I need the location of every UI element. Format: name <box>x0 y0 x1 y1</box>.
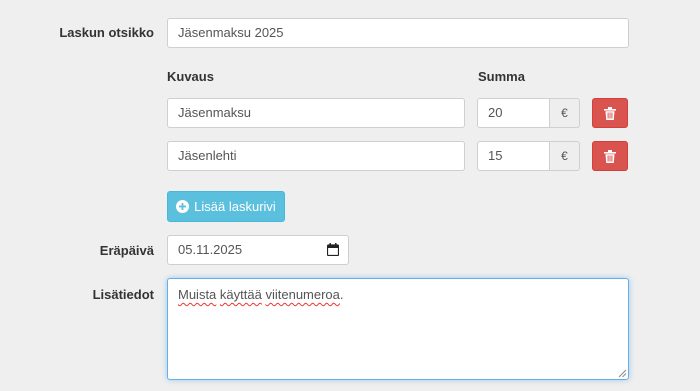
title-input[interactable]: Jäsenmaksu 2025 <box>167 18 629 48</box>
notes-word: viitenumeroa <box>265 287 340 302</box>
delete-row-button[interactable] <box>592 98 628 128</box>
notes-label: Lisätiedot <box>92 287 154 302</box>
notes-word: käyttää <box>219 287 262 302</box>
calendar-icon[interactable] <box>327 243 339 256</box>
due-date-input[interactable]: 05.11.2025 <box>167 235 349 265</box>
row-amount-input[interactable]: 15 <box>477 141 550 171</box>
title-label: Laskun otsikko <box>59 25 154 40</box>
due-date-value: 05.11.2025 <box>178 242 243 257</box>
trash-icon <box>604 106 616 120</box>
row-description-input[interactable]: Jäsenlehti <box>167 141 465 171</box>
resize-handle-icon[interactable] <box>618 369 626 377</box>
notes-textarea[interactable]: Muista käyttää viitenumeroa. <box>167 278 629 380</box>
row-amount-input[interactable]: 20 <box>477 98 550 128</box>
add-row-button[interactable]: Lisää laskurivi <box>167 191 285 222</box>
currency-addon: € <box>550 141 580 171</box>
due-date-label: Eräpäivä <box>99 243 154 258</box>
delete-row-button[interactable] <box>592 141 628 171</box>
currency-addon: € <box>550 98 580 128</box>
plus-circle-icon <box>176 200 190 213</box>
notes-word: Muista <box>178 287 217 302</box>
trash-icon <box>604 149 616 163</box>
amount-column-header: Summa <box>478 69 525 84</box>
description-column-header: Kuvaus <box>167 69 214 84</box>
add-row-label: Lisää laskurivi <box>194 199 276 214</box>
row-description-input[interactable]: Jäsenmaksu <box>167 98 465 128</box>
notes-punctuation: . <box>339 287 344 302</box>
